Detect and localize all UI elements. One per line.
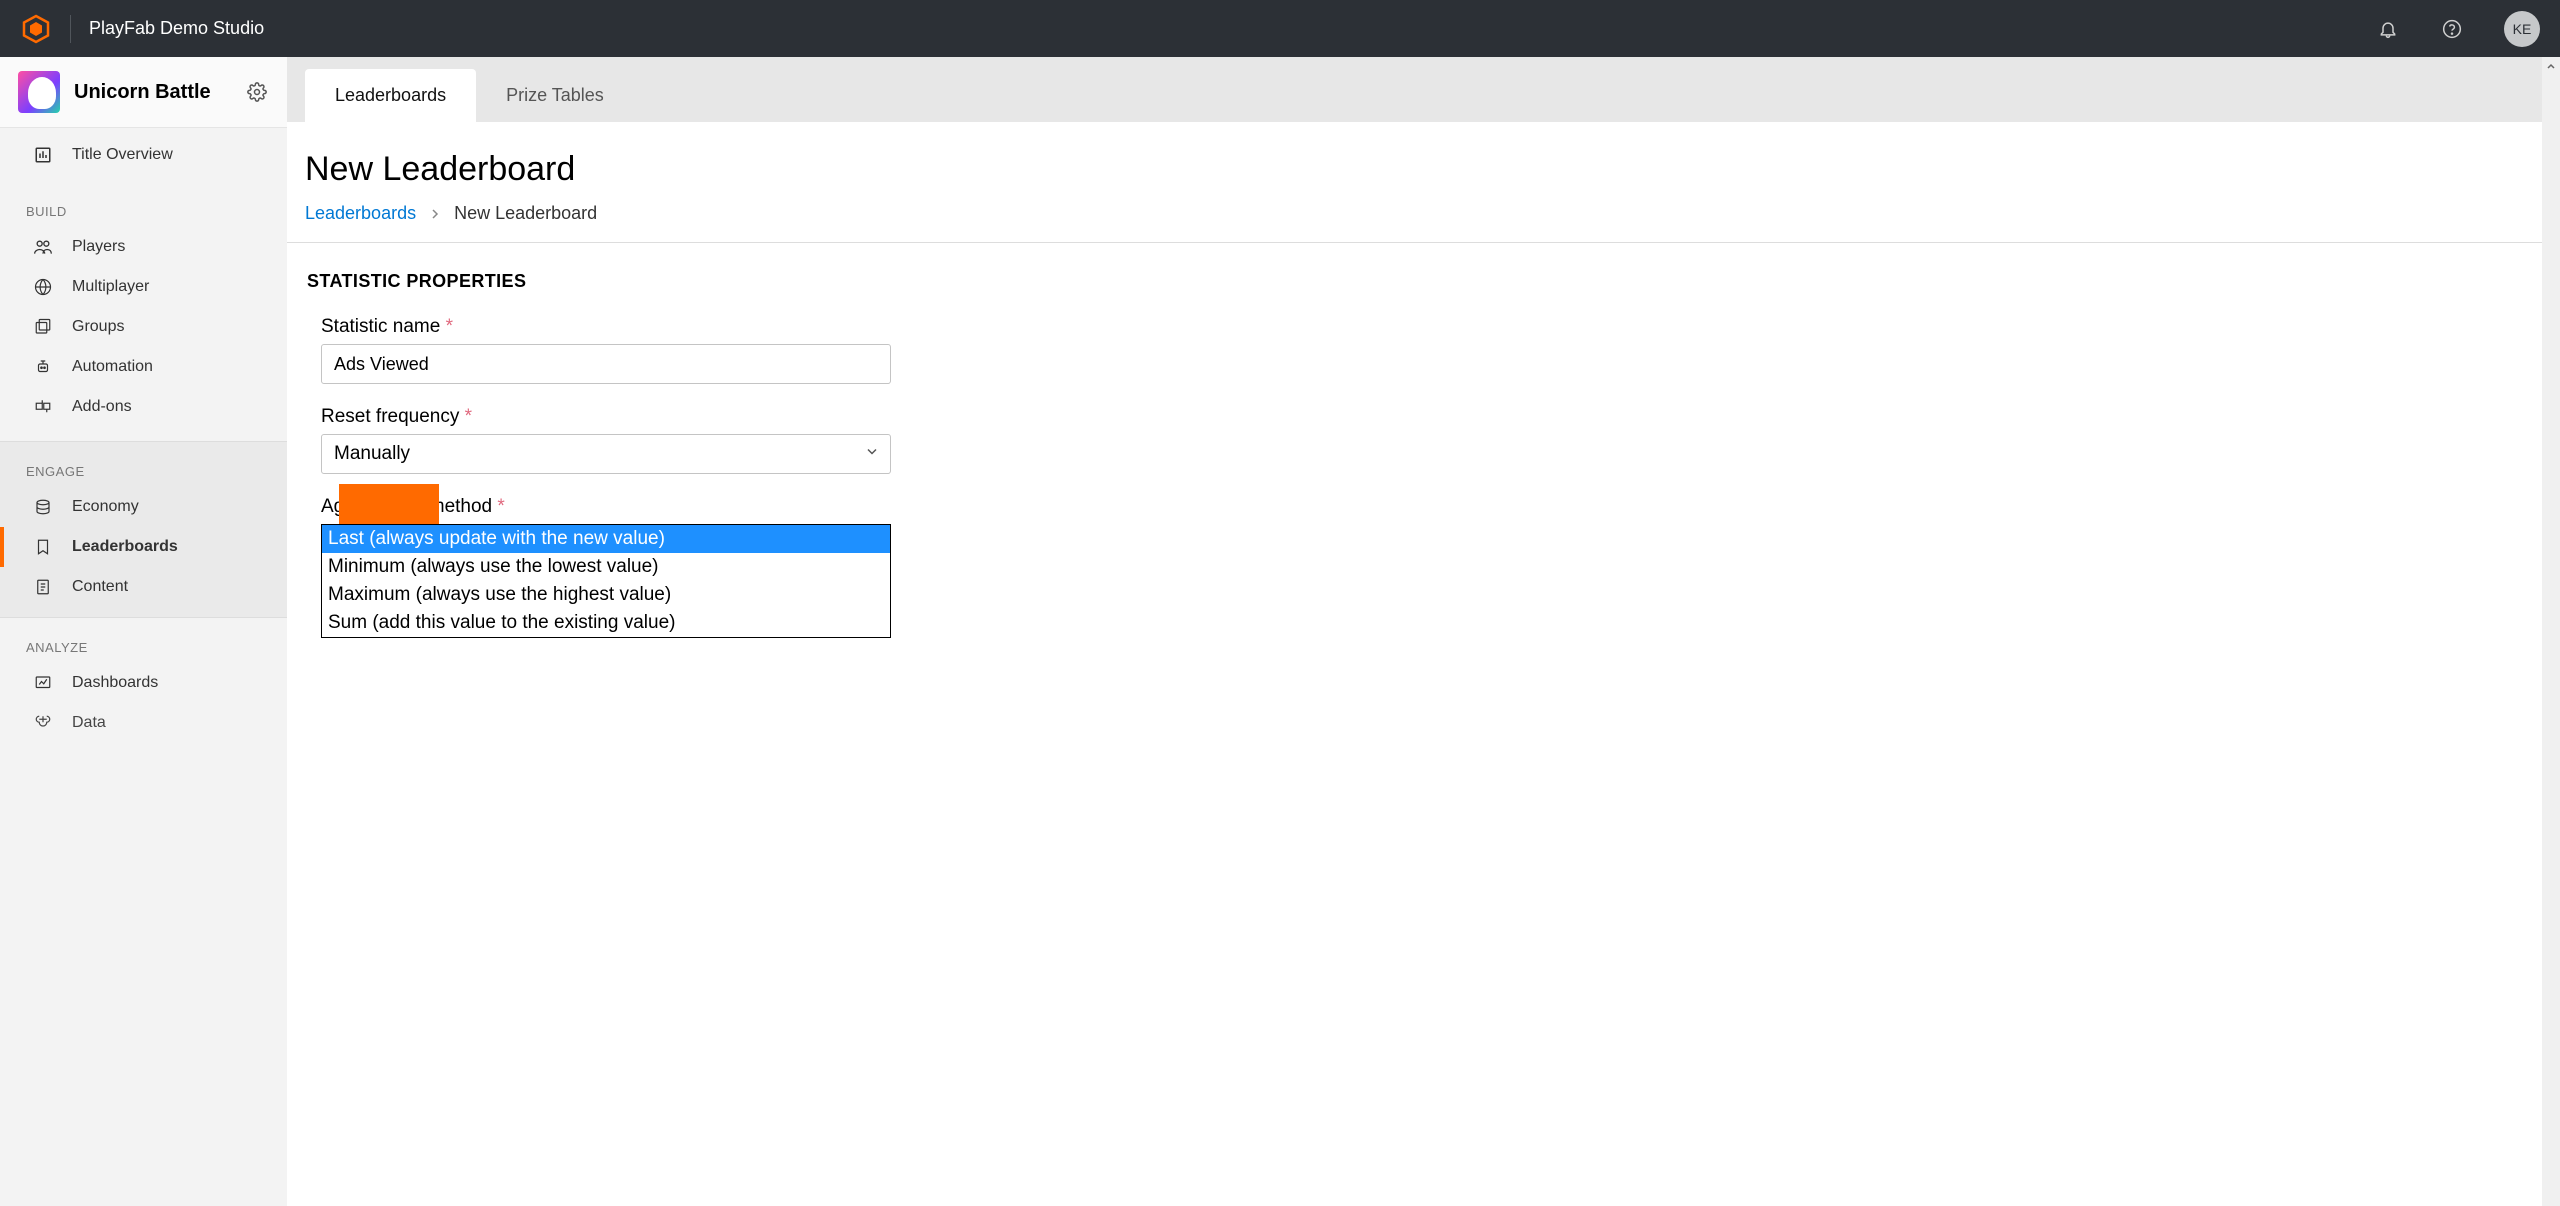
statistic-name-input[interactable] xyxy=(321,344,891,384)
automation-icon xyxy=(32,356,54,378)
reset-frequency-select[interactable]: Manually xyxy=(321,434,891,474)
breadcrumb-current: New Leaderboard xyxy=(454,203,597,224)
sidebar-item-players[interactable]: Players xyxy=(0,227,287,267)
sidebar-item-addons[interactable]: Add-ons xyxy=(0,387,287,427)
help-icon[interactable] xyxy=(2432,9,2472,49)
statistic-name-label: Statistic name * xyxy=(321,316,2542,338)
sidebar-item-multiplayer[interactable]: Multiplayer xyxy=(0,267,287,307)
top-bar: PlayFab Demo Studio KE xyxy=(0,0,2560,57)
sidebar-item-label: Content xyxy=(72,578,128,596)
scroll-up-icon[interactable] xyxy=(2542,57,2560,75)
aggregation-method-dropdown[interactable]: Last (always update with the new value) … xyxy=(321,524,891,638)
section-engage: ENGAGE xyxy=(0,442,287,487)
section-analyze: ANALYZE xyxy=(0,618,287,663)
game-title: Unicorn Battle xyxy=(74,81,245,104)
aggregation-option-maximum[interactable]: Maximum (always use the highest value) xyxy=(322,581,890,609)
sidebar-item-label: Economy xyxy=(72,498,139,516)
aggregation-option-last[interactable]: Last (always update with the new value) xyxy=(322,525,890,553)
sidebar-item-automation[interactable]: Automation xyxy=(0,347,287,387)
main-content: Leaderboards Prize Tables New Leaderboar… xyxy=(287,57,2542,1206)
aggregation-option-sum[interactable]: Sum (add this value to the existing valu… xyxy=(322,609,890,637)
aggregation-option-minimum[interactable]: Minimum (always use the lowest value) xyxy=(322,553,890,581)
sidebar-item-leaderboards[interactable]: Leaderboards xyxy=(0,527,287,567)
sidebar-item-economy[interactable]: Economy xyxy=(0,487,287,527)
notifications-icon[interactable] xyxy=(2368,9,2408,49)
bookmark-icon xyxy=(32,536,54,558)
tab-leaderboards[interactable]: Leaderboards xyxy=(305,69,476,122)
sidebar: Unicorn Battle Title Overview BUILD xyxy=(0,57,287,1206)
playfab-logo-icon[interactable] xyxy=(20,13,52,45)
players-icon xyxy=(32,236,54,258)
reset-frequency-value: Manually xyxy=(334,443,410,465)
dashboards-icon xyxy=(32,672,54,694)
reset-frequency-label: Reset frequency * xyxy=(321,406,2542,428)
avatar[interactable]: KE xyxy=(2504,11,2540,47)
game-title-row[interactable]: Unicorn Battle xyxy=(0,57,287,128)
sidebar-item-title-overview[interactable]: Title Overview xyxy=(0,128,287,182)
sidebar-item-label: Data xyxy=(72,714,106,732)
chevron-right-icon xyxy=(430,206,440,222)
addons-icon xyxy=(32,396,54,418)
scrollbar[interactable] xyxy=(2542,57,2560,1206)
divider xyxy=(70,15,71,43)
section-heading: STATISTIC PROPERTIES xyxy=(307,271,2542,292)
aggregation-method-label: Aggregation method * xyxy=(321,496,2542,518)
sidebar-item-content[interactable]: Content xyxy=(0,567,287,607)
studio-name[interactable]: PlayFab Demo Studio xyxy=(89,18,264,39)
globe-icon xyxy=(32,276,54,298)
sidebar-item-label: Players xyxy=(72,238,125,256)
sidebar-item-data[interactable]: Data xyxy=(0,703,287,743)
breadcrumb-root[interactable]: Leaderboards xyxy=(305,203,416,224)
sidebar-item-label: Add-ons xyxy=(72,398,132,416)
sidebar-item-label: Dashboards xyxy=(72,674,158,692)
section-build: BUILD xyxy=(0,182,287,227)
sidebar-item-label: Groups xyxy=(72,318,124,336)
tabs: Leaderboards Prize Tables xyxy=(287,57,2542,122)
tab-prize-tables[interactable]: Prize Tables xyxy=(476,69,634,122)
save-button-bg xyxy=(339,484,439,524)
breadcrumb: Leaderboards New Leaderboard xyxy=(287,203,2542,242)
economy-icon xyxy=(32,496,54,518)
data-icon xyxy=(32,712,54,734)
sidebar-item-label: Multiplayer xyxy=(72,278,149,296)
groups-icon xyxy=(32,316,54,338)
sidebar-item-label: Leaderboards xyxy=(72,538,178,556)
gear-icon[interactable] xyxy=(245,80,269,104)
game-icon xyxy=(18,71,60,113)
sidebar-item-groups[interactable]: Groups xyxy=(0,307,287,347)
chart-icon xyxy=(32,144,54,166)
page-title: New Leaderboard xyxy=(287,150,2542,203)
sidebar-item-label: Automation xyxy=(72,358,153,376)
sidebar-item-label: Title Overview xyxy=(72,146,173,164)
content-icon xyxy=(32,576,54,598)
sidebar-item-dashboards[interactable]: Dashboards xyxy=(0,663,287,703)
